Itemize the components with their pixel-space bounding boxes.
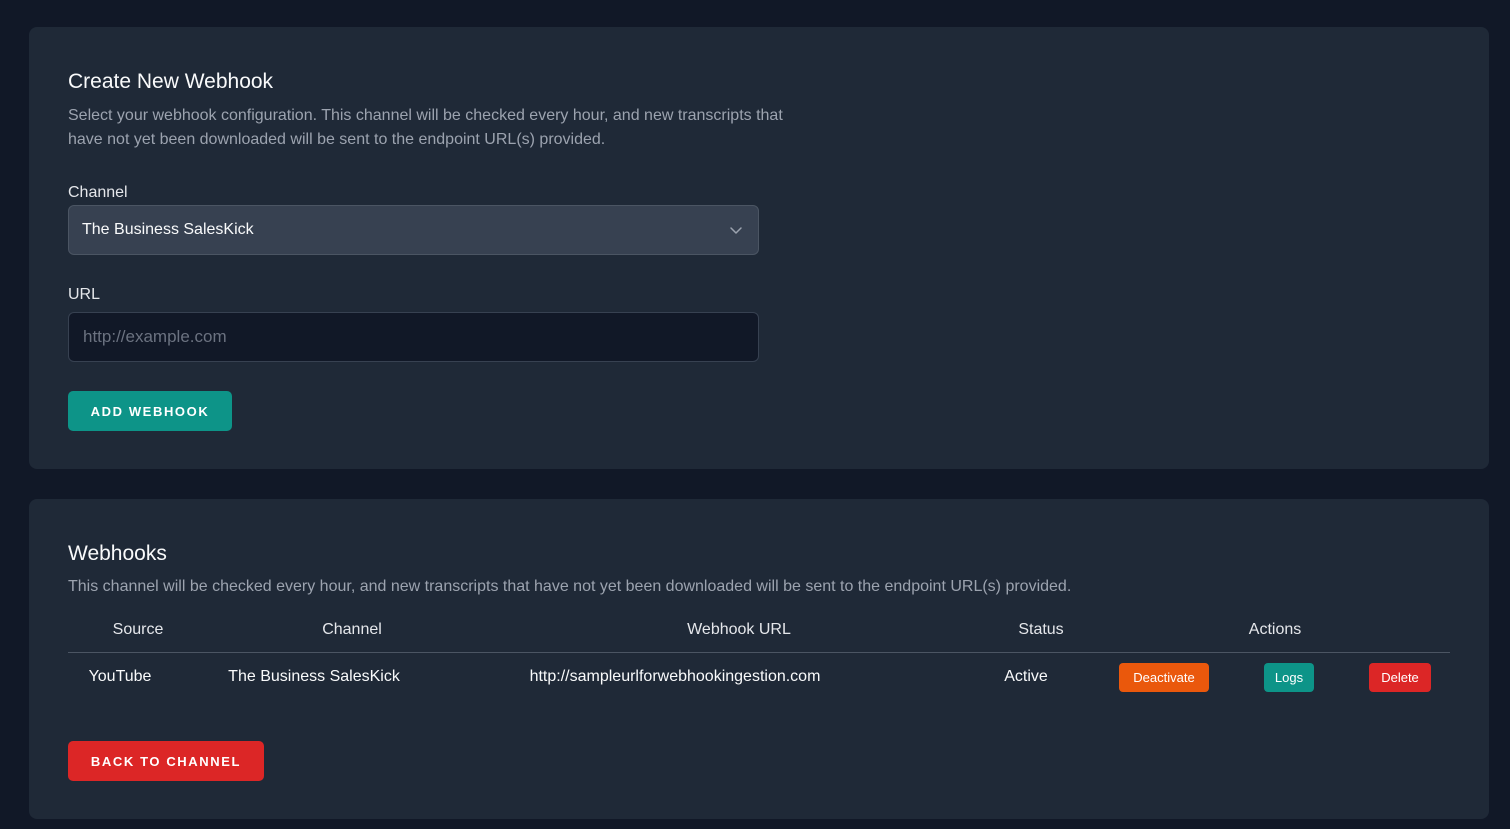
cell-source: YouTube bbox=[88, 668, 152, 685]
column-header-webhook-url: Webhook URL bbox=[687, 621, 791, 638]
url-label: URL bbox=[68, 286, 101, 303]
url-input[interactable] bbox=[68, 312, 759, 362]
table-header: Source Channel Webhook URL Status Action… bbox=[68, 617, 1450, 653]
cell-channel: The Business SalesKick bbox=[228, 668, 400, 685]
create-webhook-description: Select your webhook configuration. This … bbox=[68, 107, 783, 148]
webhooks-title: Webhooks bbox=[68, 542, 167, 565]
channel-select[interactable]: The Business SalesKick bbox=[68, 205, 759, 255]
column-header-source: Source bbox=[112, 621, 164, 638]
delete-button[interactable]: Delete bbox=[1369, 663, 1431, 692]
webhooks-table: Source Channel Webhook URL Status Action… bbox=[68, 617, 1450, 703]
channel-select-value: The Business SalesKick bbox=[82, 221, 254, 238]
logs-button[interactable]: Logs bbox=[1264, 663, 1314, 692]
column-header-channel: Channel bbox=[322, 621, 382, 638]
channel-label: Channel bbox=[68, 184, 128, 201]
deactivate-button[interactable]: Deactivate bbox=[1119, 663, 1209, 692]
add-webhook-button[interactable]: Add Webhook bbox=[68, 391, 232, 431]
table-row: YouTube The Business SalesKick http://sa… bbox=[68, 653, 1450, 703]
create-webhook-card: Create New Webhook Select your webhook c… bbox=[29, 27, 1489, 469]
column-header-status: Status bbox=[1018, 621, 1064, 638]
chevron-down-icon bbox=[730, 227, 742, 234]
create-webhook-title: Create New Webhook bbox=[68, 70, 274, 93]
back-to-channel-button[interactable]: Back to Channel bbox=[68, 741, 264, 781]
cell-webhook-url: http://sampleurlforwebhookingestion.com bbox=[529, 668, 821, 685]
cell-status: Active bbox=[1004, 668, 1048, 685]
webhooks-card: Webhooks This channel will be checked ev… bbox=[29, 499, 1489, 819]
webhooks-description: This channel will be checked every hour,… bbox=[68, 578, 1072, 595]
column-header-actions: Actions bbox=[1248, 621, 1302, 638]
